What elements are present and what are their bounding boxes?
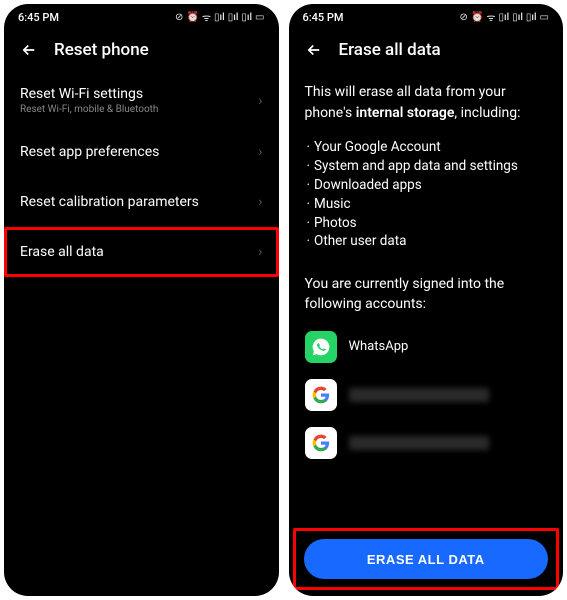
list-item-label: Reset calibration parameters [20, 194, 258, 210]
list-item-label: Erase all data [20, 244, 258, 260]
header: Reset phone [4, 30, 279, 74]
chevron-right-icon: › [258, 93, 262, 109]
account-label-redacted [349, 436, 489, 450]
reset-wifi-settings[interactable]: Reset Wi-Fi settings Reset Wi-Fi, mobile… [20, 74, 263, 127]
status-icons: ⊘⏰ᯤ▯ıl▯ıl▯ıl▭ [175, 10, 264, 24]
settings-list: Reset Wi-Fi settings Reset Wi-Fi, mobile… [4, 74, 279, 596]
erase-button-highlight: ERASE ALL DATA [293, 528, 560, 590]
whatsapp-icon [305, 331, 337, 363]
back-icon[interactable] [20, 41, 38, 59]
erase-content: This will erase all data from your phone… [289, 74, 564, 528]
status-icons: ⊘⏰ᯤ▯ıl▯ıl▯ıl▭ [460, 10, 549, 24]
account-google-1[interactable] [305, 371, 548, 419]
status-bar: 6:45 PM ⊘⏰ᯤ▯ıl▯ıl▯ıl▭ [4, 4, 279, 30]
chevron-right-icon: › [258, 144, 262, 160]
phone-screen-reset: 6:45 PM ⊘⏰ᯤ▯ıl▯ıl▯ıl▭ Reset phone Reset … [4, 4, 279, 596]
bullet-item: Your Google Account [305, 138, 548, 157]
list-item-sub: Reset Wi-Fi, mobile & Bluetooth [20, 104, 258, 115]
phone-screen-erase: 6:45 PM ⊘⏰ᯤ▯ıl▯ıl▯ıl▭ Erase all data Thi… [289, 4, 564, 596]
bullet-item: Photos [305, 214, 548, 233]
bullet-item: Downloaded apps [305, 176, 548, 195]
list-item-label: Reset app preferences [20, 144, 258, 160]
signed-in-text: You are currently signed into the follow… [305, 261, 548, 322]
chevron-right-icon: › [258, 194, 262, 210]
header: Erase all data [289, 30, 564, 74]
status-time: 6:45 PM [303, 11, 344, 24]
bullet-item: Other user data [305, 232, 548, 251]
erase-intro: This will erase all data from your phone… [305, 74, 548, 132]
list-item-label: Reset Wi-Fi settings [20, 86, 258, 102]
back-icon[interactable] [305, 41, 323, 59]
account-whatsapp[interactable]: WhatsApp [305, 323, 548, 371]
erase-all-data-button[interactable]: ERASE ALL DATA [304, 539, 549, 579]
page-title: Reset phone [54, 40, 149, 60]
reset-calibration-parameters[interactable]: Reset calibration parameters › [20, 177, 263, 227]
status-bar: 6:45 PM ⊘⏰ᯤ▯ıl▯ıl▯ıl▭ [289, 4, 564, 30]
google-icon [305, 379, 337, 411]
erase-all-data-item[interactable]: Erase all data › [4, 227, 279, 277]
bullet-item: Music [305, 195, 548, 214]
chevron-right-icon: › [258, 244, 262, 260]
account-google-2[interactable] [305, 419, 548, 467]
google-icon [305, 427, 337, 459]
status-time: 6:45 PM [18, 11, 59, 24]
bullet-item: System and app data and settings [305, 157, 548, 176]
account-label-redacted [349, 388, 489, 402]
page-title: Erase all data [339, 40, 441, 60]
reset-app-preferences[interactable]: Reset app preferences › [20, 127, 263, 177]
erase-bullet-list: Your Google Account System and app data … [305, 132, 548, 261]
account-label: WhatsApp [349, 339, 409, 354]
